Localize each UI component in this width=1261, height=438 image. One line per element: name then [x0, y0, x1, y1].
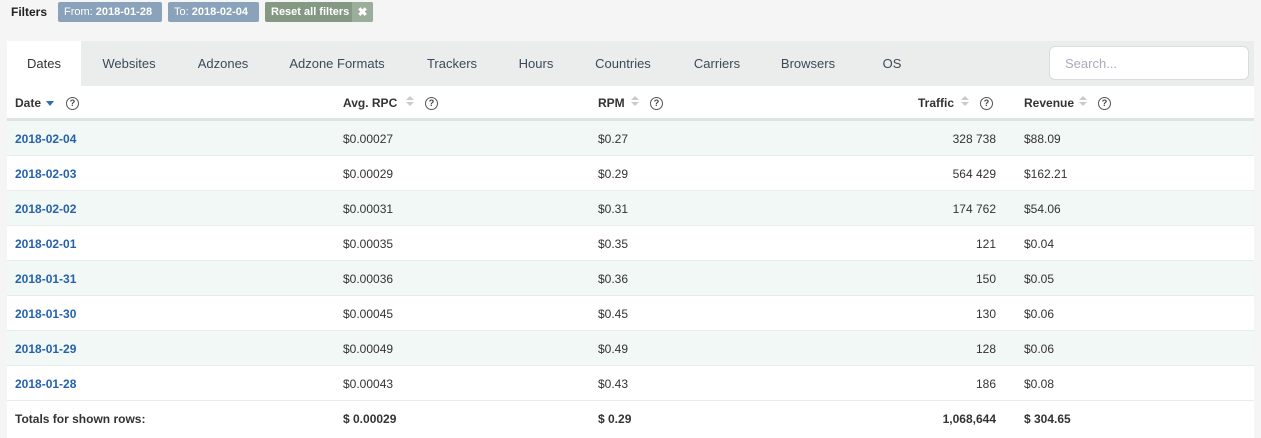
table-row: 2018-02-03 $0.00029 $0.29 564 429 $162.2…	[7, 156, 1254, 191]
revenue-cell: $0.08	[1024, 377, 1055, 391]
col-header-avg-rpc[interactable]: Avg. RPC	[343, 96, 397, 110]
traffic-cell: 328 738	[952, 132, 996, 146]
sort-icon[interactable]	[961, 96, 969, 108]
tab-adzones[interactable]: Adzones	[183, 41, 263, 86]
date-link[interactable]: 2018-02-02	[15, 202, 76, 216]
filter-chip-to[interactable]: To: 2018-02-04	[168, 2, 259, 22]
filters-bar: Filters From: 2018-01-28 To: 2018-02-04 …	[0, 0, 1261, 26]
rpm-cell: $0.36	[598, 272, 629, 286]
revenue-cell: $0.05	[1024, 272, 1055, 286]
sort-icon[interactable]	[631, 96, 639, 108]
help-icon[interactable]: ?	[1098, 96, 1111, 110]
rpm-cell: $0.45	[598, 307, 629, 321]
traffic-cell: 121	[975, 237, 996, 251]
filter-chip-from[interactable]: From: 2018-01-28	[58, 2, 162, 22]
col-header-revenue[interactable]: Revenue	[1024, 96, 1074, 110]
help-icon[interactable]: ?	[66, 96, 79, 110]
date-link[interactable]: 2018-01-30	[15, 307, 76, 321]
traffic-cell: 150	[975, 272, 996, 286]
revenue-cell: $88.09	[1024, 132, 1061, 146]
tab-countries[interactable]: Countries	[583, 41, 663, 86]
rpm-cell: $0.29	[598, 167, 629, 181]
close-icon[interactable]: ✖	[352, 2, 373, 22]
table-row: 2018-01-30 $0.00045 $0.45 130 $0.06	[7, 296, 1254, 331]
date-link[interactable]: 2018-02-01	[15, 237, 76, 251]
rpm-cell: $0.49	[598, 342, 629, 356]
sort-desc-icon[interactable]	[46, 101, 54, 106]
rpm-cell: $0.35	[598, 237, 629, 251]
avg-rpc-cell: $0.00029	[343, 167, 394, 181]
tab-hours[interactable]: Hours	[501, 41, 571, 86]
tab-trackers[interactable]: Trackers	[412, 41, 492, 86]
totals-revenue: $ 304.65	[1024, 412, 1071, 426]
table-header: Date ? Avg. RPC ? RPM ? Traffic ? Revenu…	[7, 86, 1254, 121]
date-link[interactable]: 2018-02-04	[15, 132, 76, 146]
table-row: 2018-01-28 $0.00043 $0.43 186 $0.08	[7, 366, 1254, 401]
table-row: 2018-02-02 $0.00031 $0.31 174 762 $54.06	[7, 191, 1254, 226]
sort-icon[interactable]	[1079, 96, 1087, 108]
revenue-cell: $0.06	[1024, 307, 1055, 321]
revenue-cell: $0.04	[1024, 237, 1055, 251]
filter-from-prefix: From:	[64, 6, 93, 18]
traffic-cell: 128	[975, 342, 996, 356]
date-link[interactable]: 2018-01-28	[15, 377, 76, 391]
help-icon[interactable]: ?	[425, 96, 438, 110]
date-link[interactable]: 2018-02-03	[15, 167, 76, 181]
tab-websites[interactable]: Websites	[89, 41, 169, 86]
rpm-cell: $0.31	[598, 202, 629, 216]
rpm-cell: $0.27	[598, 132, 629, 146]
revenue-cell: $54.06	[1024, 202, 1061, 216]
totals-avg-rpc: $ 0.00029	[343, 412, 397, 426]
tab-bar: Dates Websites Adzones Adzone Formats Tr…	[7, 41, 1254, 86]
rpm-cell: $0.43	[598, 377, 629, 391]
report-panel: Dates Websites Adzones Adzone Formats Tr…	[7, 41, 1254, 438]
tab-os[interactable]: OS	[867, 41, 917, 86]
table-row: 2018-02-04 $0.00027 $0.27 328 738 $88.09	[7, 121, 1254, 156]
search-input[interactable]	[1049, 46, 1249, 80]
tab-browsers[interactable]: Browsers	[768, 41, 848, 86]
filters-label: Filters	[11, 5, 48, 19]
filter-to-value: 2018-02-04	[191, 6, 249, 18]
totals-label: Totals for shown rows:	[15, 412, 146, 426]
avg-rpc-cell: $0.00027	[343, 132, 394, 146]
avg-rpc-cell: $0.00036	[343, 272, 394, 286]
table-row: 2018-01-31 $0.00036 $0.36 150 $0.05	[7, 261, 1254, 296]
totals-traffic: 1,068,644	[942, 412, 996, 426]
revenue-cell: $162.21	[1024, 167, 1068, 181]
traffic-cell: 564 429	[952, 167, 996, 181]
help-icon[interactable]: ?	[650, 96, 663, 110]
avg-rpc-cell: $0.00049	[343, 342, 394, 356]
totals-rpm: $ 0.29	[598, 412, 632, 426]
totals-row: Totals for shown rows: $ 0.00029 $ 0.29 …	[7, 401, 1254, 436]
traffic-cell: 130	[975, 307, 996, 321]
col-header-date[interactable]: Date	[15, 96, 41, 110]
avg-rpc-cell: $0.00045	[343, 307, 394, 321]
table-row: 2018-01-29 $0.00049 $0.49 128 $0.06	[7, 331, 1254, 366]
avg-rpc-cell: $0.00043	[343, 377, 394, 391]
traffic-cell: 174 762	[952, 202, 996, 216]
avg-rpc-cell: $0.00035	[343, 237, 394, 251]
help-icon[interactable]: ?	[980, 96, 993, 110]
reset-filters-button[interactable]: Reset all filters ✖	[265, 2, 373, 22]
revenue-cell: $0.06	[1024, 342, 1055, 356]
tab-dates[interactable]: Dates	[7, 41, 81, 86]
table-row: 2018-02-01 $0.00035 $0.35 121 $0.04	[7, 226, 1254, 261]
tab-carriers[interactable]: Carriers	[677, 41, 757, 86]
date-link[interactable]: 2018-01-29	[15, 342, 76, 356]
filter-from-value: 2018-01-28	[95, 6, 153, 18]
tab-adzone-formats[interactable]: Adzone Formats	[281, 41, 393, 86]
col-header-traffic[interactable]: Traffic	[918, 96, 954, 110]
col-header-rpm[interactable]: RPM	[598, 96, 625, 110]
reset-filters-label: Reset all filters	[271, 6, 350, 18]
filter-to-prefix: To:	[174, 6, 189, 18]
date-link[interactable]: 2018-01-31	[15, 272, 76, 286]
sort-icon[interactable]	[406, 96, 414, 108]
avg-rpc-cell: $0.00031	[343, 202, 394, 216]
traffic-cell: 186	[975, 377, 996, 391]
